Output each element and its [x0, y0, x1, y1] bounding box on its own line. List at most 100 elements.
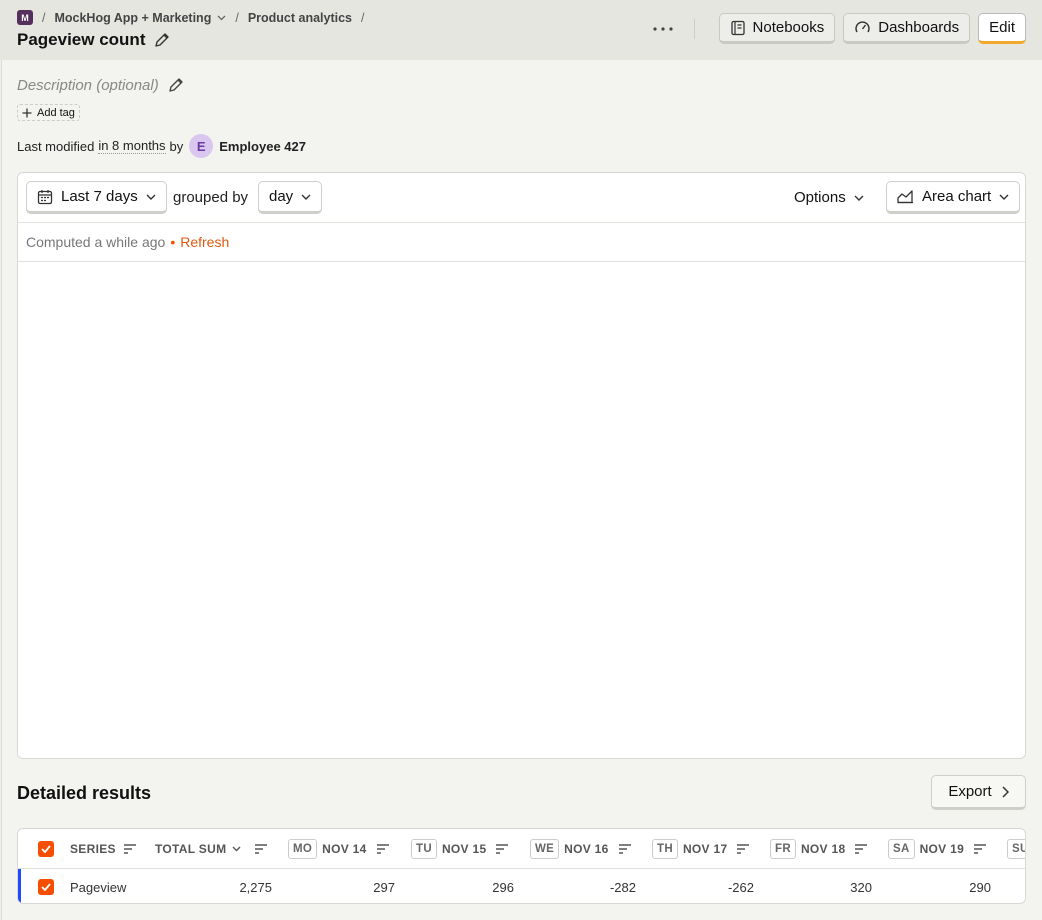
top-bar: M / MockHog App + Marketing / Product an…	[0, 0, 1042, 60]
last-modified-time: in 8 months	[98, 138, 166, 154]
sort-icon[interactable]	[123, 843, 136, 854]
options-label: Options	[794, 189, 846, 206]
breadcrumb-project[interactable]: MockHog App + Marketing	[54, 11, 226, 25]
day-value: 320	[850, 879, 872, 895]
series-name[interactable]: Pageview	[70, 869, 126, 903]
gauge-icon	[855, 21, 870, 33]
column-header-series[interactable]: SERIES	[70, 829, 136, 868]
last-modified-by: by	[169, 138, 184, 154]
chevron-down-icon	[232, 846, 241, 851]
export-button[interactable]: Export	[931, 775, 1026, 810]
column-header-date: NOV 18	[800, 841, 846, 856]
notebook-icon	[730, 20, 745, 35]
pencil-icon[interactable]	[167, 76, 185, 94]
modified-user: Employee 427	[219, 138, 306, 154]
chevron-down-icon	[999, 194, 1009, 200]
day-badge: SA	[888, 838, 915, 859]
day-value: -262	[727, 879, 754, 895]
chart-type-label: Area chart	[922, 188, 992, 205]
edit-label: Edit	[989, 19, 1015, 36]
description-field[interactable]: Description (optional)	[17, 76, 185, 94]
sort-icon[interactable]	[974, 843, 987, 854]
grouped-by-label: grouped by	[173, 189, 249, 206]
chevron-down-icon	[301, 194, 311, 200]
insight-toolbar: Last 7 days grouped by day Options Area …	[18, 173, 1025, 223]
header-actions: Notebooks Dashboards Edit	[648, 13, 1026, 44]
insight-card: Last 7 days grouped by day Options Area …	[17, 172, 1026, 759]
column-header-label: SERIES	[70, 841, 116, 856]
more-options-button[interactable]	[648, 14, 678, 44]
row-checkbox[interactable]	[38, 869, 54, 903]
column-header-label: TOTAL SUM	[155, 841, 227, 856]
export-label: Export	[948, 783, 992, 800]
plus-icon	[22, 108, 32, 117]
column-header-day[interactable]: MO NOV 14	[288, 829, 389, 868]
project-badge[interactable]: M	[17, 10, 33, 25]
breadcrumb: M / MockHog App + Marketing / Product an…	[17, 10, 374, 25]
day-value: -282	[609, 879, 636, 895]
column-header-date: NOV 14	[322, 841, 367, 856]
date-range-select[interactable]: Last 7 days	[26, 181, 167, 214]
detailed-results-title: Detailed results	[17, 783, 152, 803]
last-modified-prefix: Last modified	[17, 138, 95, 154]
page-title: Pageview count	[17, 30, 171, 50]
checkbox	[38, 879, 54, 895]
refresh-link[interactable]: Refresh	[180, 234, 229, 250]
check-icon	[41, 883, 51, 891]
day-badge: FR	[770, 838, 796, 859]
sort-icon[interactable]	[376, 843, 389, 854]
interval-select[interactable]: day	[258, 181, 323, 214]
day-value: 297	[373, 879, 395, 895]
column-header-date: NOV 17	[682, 841, 728, 856]
pencil-icon[interactable]	[153, 31, 171, 49]
computed-label: Computed a while ago	[26, 234, 166, 250]
calendar-icon	[37, 189, 53, 204]
chart-area	[18, 262, 1025, 758]
chevron-down-icon	[217, 15, 226, 20]
column-header-day[interactable]: WE NOV 16	[530, 829, 631, 868]
column-header-day[interactable]: TH NOV 17	[652, 829, 750, 868]
table-header: SERIES TOTAL SUM MO NOV 14 TU NOV 15 WE …	[18, 829, 1025, 869]
chevron-down-icon	[146, 194, 156, 200]
breadcrumb-project-label: MockHog App + Marketing	[54, 10, 212, 25]
total-value: 2,275	[239, 879, 272, 895]
sort-icon[interactable]	[855, 843, 868, 854]
more-horizontal-icon	[652, 26, 673, 31]
day-badge: SU	[1007, 838, 1025, 859]
last-modified: Last modified in 8 months by E Employee …	[17, 134, 306, 158]
column-header-day[interactable]: SA NOV 19	[888, 829, 987, 868]
page-title-text[interactable]: Pageview count	[17, 30, 145, 50]
select-all-checkbox[interactable]	[38, 829, 54, 868]
sort-icon[interactable]	[496, 843, 509, 854]
table-row: Pageview 2,275 297 296 -282 -262 320 290	[18, 869, 1025, 903]
column-header-day[interactable]: FR NOV 18	[770, 829, 868, 868]
column-header-total[interactable]: TOTAL SUM	[155, 829, 268, 868]
day-badge: TH	[652, 838, 678, 859]
column-header-date: NOV 15	[441, 841, 487, 856]
options-button[interactable]: Options	[794, 189, 864, 206]
day-value: 290	[969, 879, 991, 895]
sort-icon[interactable]	[737, 843, 750, 854]
breadcrumb-separator: /	[235, 10, 239, 25]
notebooks-button[interactable]: Notebooks	[718, 13, 836, 44]
column-header-day[interactable]: SU	[1007, 829, 1025, 868]
breadcrumb-separator: /	[42, 10, 46, 25]
results-table: SERIES TOTAL SUM MO NOV 14 TU NOV 15 WE …	[17, 828, 1026, 904]
dashboards-label: Dashboards	[878, 19, 960, 36]
chart-type-select[interactable]: Area chart	[886, 181, 1021, 214]
divider	[693, 18, 695, 39]
date-range-label: Last 7 days	[61, 188, 138, 205]
edit-button[interactable]: Edit	[978, 13, 1026, 44]
add-tag-button[interactable]: Add tag	[17, 104, 80, 121]
dashboards-button[interactable]: Dashboards	[843, 13, 971, 44]
interval-label: day	[269, 188, 294, 205]
computed-status: Computed a while ago • Refresh	[18, 223, 1025, 262]
breadcrumb-section[interactable]: Product analytics	[248, 11, 352, 25]
checkbox	[38, 840, 54, 857]
sort-icon[interactable]	[618, 843, 631, 854]
column-header-day[interactable]: TU NOV 15	[411, 829, 509, 868]
breadcrumb-separator: /	[361, 10, 365, 25]
sort-icon[interactable]	[255, 843, 268, 854]
day-badge: WE	[530, 838, 560, 859]
add-tag-label: Add tag	[37, 106, 75, 119]
